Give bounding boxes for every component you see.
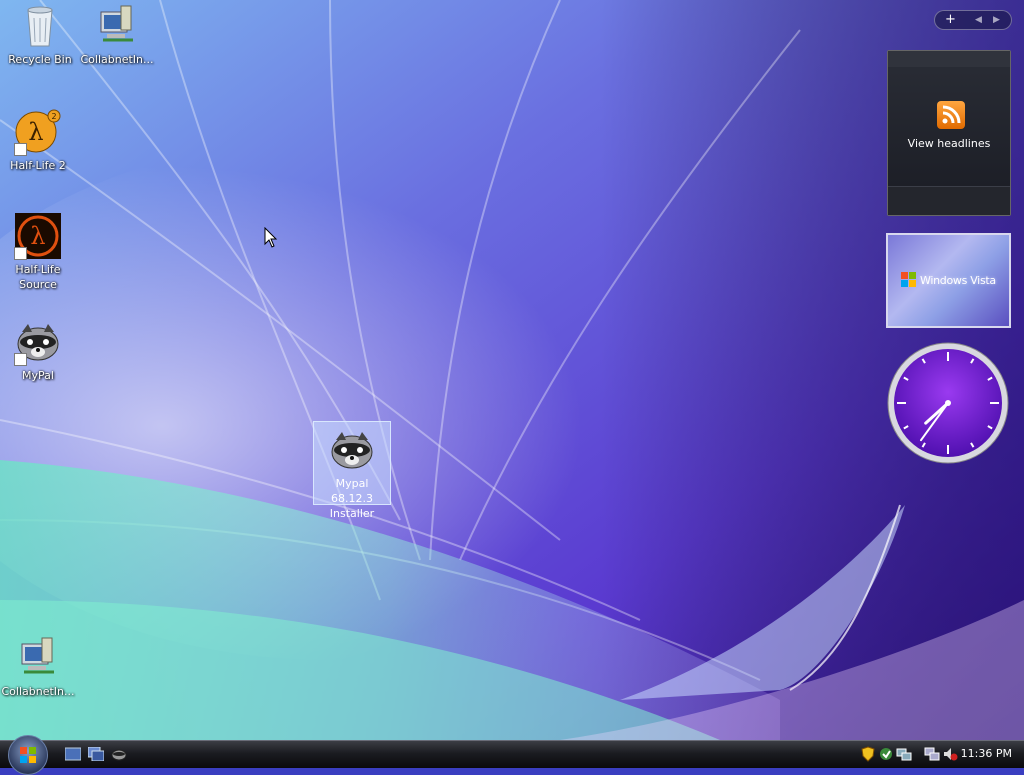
show-desktop-icon[interactable] — [65, 747, 81, 761]
feed-headlines-gadget[interactable]: View headlines — [887, 50, 1011, 216]
desktop-icon-half-life-2[interactable]: λ 2 Half-Life 2 — [0, 108, 76, 173]
desktop-icon-mypal-installer[interactable]: Mypal 68.12.3 Installer — [313, 421, 391, 520]
taskbar: 11:36 PM — [0, 735, 1024, 775]
computer-network-icon — [93, 2, 141, 50]
svg-text:2: 2 — [51, 112, 56, 121]
next-gadgets-button[interactable]: ▶ — [993, 12, 1000, 28]
desktop-icon-label: Mypal 68.12.3 Installer — [329, 477, 375, 520]
view-headlines-link[interactable]: View headlines — [888, 137, 1010, 150]
desktop-icon-mypal[interactable]: MyPal — [0, 318, 76, 383]
desktop-icon-half-life-source[interactable]: λ Half-Life Source — [0, 212, 76, 292]
switch-windows-icon[interactable] — [88, 747, 104, 761]
svg-text:λ: λ — [30, 222, 45, 250]
taskbar-clock[interactable]: 11:36 PM — [961, 747, 1012, 760]
desktop-wallpaper — [0, 0, 1024, 740]
security-shield-icon[interactable] — [860, 746, 876, 762]
clock-gadget[interactable] — [886, 341, 1010, 465]
raccoon-icon — [328, 426, 376, 474]
desktop-icon-recycle-bin[interactable]: Recycle Bin — [2, 2, 78, 67]
desktop-icon-label: MyPal — [22, 369, 54, 382]
raccoon-icon — [14, 318, 62, 366]
half-life-source-icon: λ — [14, 212, 62, 260]
svg-text:λ: λ — [28, 118, 43, 146]
network-icon[interactable] — [896, 746, 912, 762]
recycle-bin-icon — [16, 2, 64, 50]
half-life-2-icon: λ 2 — [14, 108, 62, 156]
network-connections-icon[interactable] — [924, 746, 940, 762]
computer-network-icon — [14, 634, 62, 682]
slideshow-caption: Windows Vista — [920, 274, 996, 287]
desktop-icon-label: Half-Life Source — [15, 263, 61, 291]
previous-gadgets-button[interactable]: ◀ — [975, 12, 982, 28]
slideshow-gadget[interactable]: Windows Vista — [886, 233, 1011, 328]
mypal-quicklaunch-icon[interactable] — [111, 747, 127, 761]
windows-start-orb-icon[interactable] — [8, 735, 48, 775]
desktop-icon-label: Recycle Bin — [8, 53, 72, 66]
shortcut-arrow-icon — [14, 143, 27, 156]
shortcut-arrow-icon — [14, 353, 27, 366]
desktop-icon-label: CollabnetIn... — [1, 685, 75, 698]
shortcut-arrow-icon — [14, 247, 27, 260]
add-gadget-button[interactable]: + — [945, 12, 956, 28]
windows-update-icon[interactable] — [878, 746, 894, 762]
volume-muted-icon[interactable] — [942, 746, 958, 762]
desktop-icon-label: CollabnetIn... — [80, 53, 154, 66]
sidebar-controls: + ◀ ▶ — [934, 10, 1012, 30]
rss-icon — [937, 101, 965, 129]
desktop-icon-collabnet-top[interactable]: CollabnetIn... — [79, 2, 155, 67]
mouse-cursor-icon — [264, 227, 278, 248]
desktop-icon-collabnet-bottom[interactable]: CollabnetIn... — [0, 634, 76, 699]
windows-flag-icon — [901, 272, 916, 287]
system-tray: 11:36 PM — [854, 741, 1024, 768]
desktop-icon-label: Half-Life 2 — [10, 159, 66, 172]
